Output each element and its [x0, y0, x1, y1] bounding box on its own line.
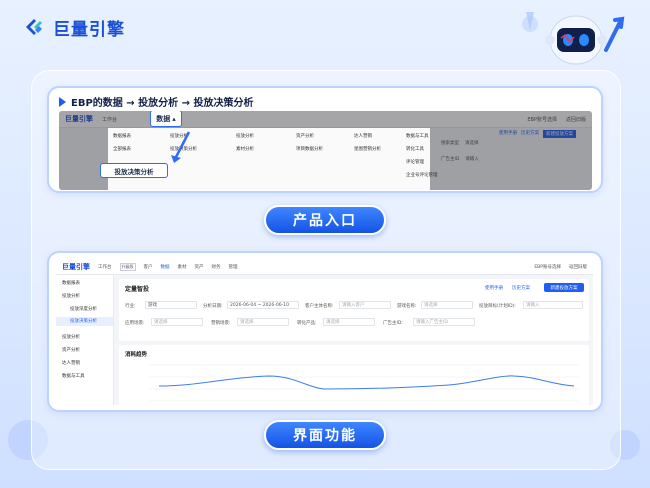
menu-heading: 数据报表 — [113, 134, 131, 139]
filter-value: 请选择 — [326, 320, 340, 325]
marketing-select[interactable]: 请选择 — [237, 318, 289, 326]
filter-label: 广告主ID: — [383, 321, 403, 326]
breadcrumb-text: EBP的数据 → 投放分析 → 投放决策分析 — [71, 98, 254, 109]
nav-manage[interactable]: 管理 — [229, 264, 238, 270]
menu-heading: 投放分析 — [236, 134, 254, 139]
scene-select[interactable]: 请选择 — [151, 318, 203, 326]
filter-value: 请输入广告主ID — [416, 320, 448, 325]
ocean-engine-logo-icon — [26, 19, 42, 35]
menu-item[interactable]: 转化工具 — [406, 146, 438, 152]
filter-value: 请选择 — [154, 320, 168, 325]
menu-item[interactable]: 星图营销分析 — [354, 146, 381, 152]
sidebar-item[interactable]: 达人营销 — [62, 360, 80, 366]
menu-item[interactable]: 素材分析 — [236, 146, 254, 152]
filter-label: 应用场景: — [125, 321, 145, 326]
trend-line-chart — [149, 364, 579, 402]
data-dropdown-menu: 数据报表 全部报表 投放分析 投放决策分析 投放分析 素材分析 资产分析 项目数据分析 … — [108, 128, 438, 190]
entry-screenshot: 巨量引擎 工作台 EBP账号选择 返回旧版 搜索类型 请选择 广告主ID 请输入… — [59, 111, 592, 190]
brand-name: 巨量引擎 — [53, 19, 125, 40]
manual-link[interactable]: 使用手册 — [485, 285, 503, 291]
menu-item[interactable]: 企业号评论管理 — [406, 172, 438, 178]
history-link[interactable]: 历史方案 — [512, 285, 530, 291]
nav-customer[interactable]: 客户 — [144, 264, 153, 270]
sidebar-item[interactable]: 投放分析 — [62, 293, 80, 299]
trend-series-line — [158, 375, 575, 390]
filter-label: 客户主体名称: — [305, 304, 334, 309]
filter-value: 请选择 — [240, 320, 254, 325]
feature-card: 巨量引擎 工作台 升级版 客户 数据 素材 资产 财务 管理 EBP账号选择 返… — [47, 251, 603, 412]
filter-value: 请输入 — [526, 303, 540, 308]
filter-value: 2026-06-04 ~ 2026-06-10 — [230, 303, 289, 308]
sidebar-item[interactable]: 资产分析 — [62, 347, 80, 353]
sidebar-item[interactable]: 数据报表 — [62, 280, 80, 286]
data-menu-label: 数据 — [156, 114, 171, 123]
product-select[interactable]: 请选择 — [323, 318, 375, 326]
sidebar-item-active[interactable]: 投放决策分析 — [56, 317, 113, 326]
trend-chart-panel: 消耗趋势 — [119, 345, 589, 405]
advertiser-id-input[interactable]: 请输入广告主ID — [413, 318, 475, 326]
entry-caption-pill: 产品入口 — [264, 205, 386, 235]
caret-up-icon: ▴ — [172, 114, 176, 123]
entry-card: EBP的数据 → 投放分析 → 投放决策分析 巨量引擎 工作台 EBP账号选择 … — [47, 86, 603, 193]
app-topbar: 巨量引擎 工作台 升级版 客户 数据 素材 资产 财务 管理 EBP账号选择 返… — [56, 259, 593, 275]
data-menu-highlight[interactable]: 数据 ▴ — [150, 111, 182, 127]
feature-screenshot: 巨量引擎 工作台 升级版 客户 数据 素材 资产 财务 管理 EBP账号选择 返… — [56, 259, 593, 405]
menu-heading: 资产分析 — [296, 134, 314, 139]
filter-label: 转化产品: — [297, 321, 317, 326]
pointer-arrow-icon — [171, 131, 191, 163]
nav-finance[interactable]: 财务 — [212, 264, 221, 270]
sidebar-item[interactable]: 数据与工具 — [62, 373, 85, 379]
menu-heading: 数据与工具 — [406, 134, 429, 139]
breadcrumb: EBP的数据 → 投放分析 → 投放决策分析 — [59, 94, 253, 109]
menu-item[interactable]: 评论管理 — [406, 159, 438, 165]
nav-data[interactable]: 数据 — [161, 264, 170, 270]
filter-value: 请输入客户 — [342, 303, 365, 308]
date-range-picker[interactable]: 2026-06-04 ~ 2026-06-10 — [227, 301, 299, 309]
filter-label: 游戏名称: — [397, 304, 417, 309]
back-old-link[interactable]: 返回旧版 — [569, 264, 587, 270]
menu-heading: 达人营销 — [354, 134, 372, 139]
account-select[interactable]: EBP账号选择 — [534, 264, 561, 270]
filter-label: 行业: — [125, 304, 136, 309]
customer-input[interactable]: 请输入客户 — [339, 301, 391, 309]
filter-value: 游戏 — [148, 303, 157, 308]
decision-analysis-label: 投放决策分析 — [114, 167, 154, 176]
filter-label: 投放目标(计划ID): — [479, 304, 516, 309]
robot-mascot-icon — [522, 12, 625, 65]
filter-panel: 定量智投 使用手册 历史方案 新建投放方案 行业: 游戏 分析日期: 2026-… — [119, 279, 589, 341]
entry-caption: 产品入口 — [293, 213, 357, 229]
app-brand: 巨量引擎 — [62, 262, 90, 271]
filter-value: 请选择 — [424, 303, 438, 308]
workbench-label: 工作台 — [98, 264, 112, 270]
nav-assets[interactable]: 资产 — [195, 264, 204, 270]
filter-label: 分析日期: — [203, 304, 223, 309]
feature-caption: 界面功能 — [293, 428, 357, 444]
game-select[interactable]: 请选择 — [421, 301, 473, 309]
menu-item[interactable]: 项目数据分析 — [296, 146, 323, 152]
decision-analysis-highlight[interactable]: 投放决策分析 — [100, 163, 168, 178]
nav-material[interactable]: 素材 — [178, 264, 187, 270]
section-title: 定量智投 — [125, 286, 150, 293]
version-tag: 升级版 — [119, 262, 136, 271]
menu-item[interactable]: 全部报表 — [113, 146, 131, 152]
plan-id-input[interactable]: 请输入 — [523, 301, 583, 309]
brand-logo: 巨量引擎 — [22, 12, 125, 42]
play-triangle-icon — [59, 96, 66, 107]
sidebar: 数据报表 投放分析 投放深度分析 投放决策分析 投放分析 资产分析 达人营销 数… — [56, 275, 114, 405]
new-plan-button[interactable]: 新建投放方案 — [544, 283, 584, 292]
industry-select[interactable]: 游戏 — [145, 301, 197, 309]
sidebar-item[interactable]: 投放分析 — [62, 334, 80, 340]
sidebar-item[interactable]: 投放深度分析 — [70, 306, 97, 312]
filter-label: 营销场景: — [211, 321, 231, 326]
feature-caption-pill: 界面功能 — [264, 420, 386, 450]
